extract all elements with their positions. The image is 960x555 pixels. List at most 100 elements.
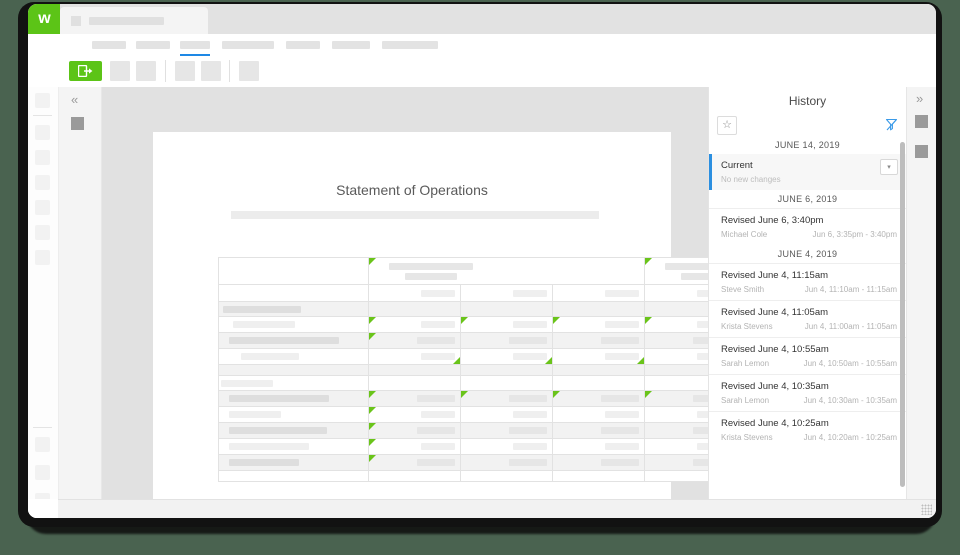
workiva-logo[interactable]: w [28,4,60,34]
table-value-cell[interactable] [368,316,461,333]
table-label-cell[interactable] [218,454,369,471]
table-value-cell[interactable] [368,364,461,376]
table-label-cell[interactable] [218,364,369,376]
table-value-cell[interactable] [552,348,645,365]
toolbar-button-1[interactable] [110,61,130,81]
toolbar-button-3[interactable] [175,61,195,81]
history-scrollbar[interactable] [900,142,905,487]
table-label-cell[interactable] [218,257,369,285]
table-value-cell[interactable] [552,375,645,391]
nav-item-1[interactable] [92,41,126,49]
rail-icon-4[interactable] [35,175,50,190]
rail-icon-1[interactable] [35,93,50,108]
resize-grip[interactable] [921,504,932,515]
history-item[interactable]: Revised June 4, 10:55am Sarah Lemon Jun 4,… [709,337,906,374]
rail-icon-3[interactable] [35,150,50,165]
table-row[interactable] [218,364,736,376]
rail-icon-5[interactable] [35,200,50,215]
nav-item-3[interactable] [180,41,210,49]
table-value-cell[interactable] [368,332,461,349]
table-label-cell[interactable] [218,284,369,302]
table-value-cell[interactable] [460,390,553,407]
nav-item-7[interactable] [382,41,438,49]
table-value-cell[interactable] [368,438,461,455]
filter-icon[interactable] [884,117,898,131]
table-value-cell[interactable] [368,375,461,391]
table-label-cell[interactable] [218,348,369,365]
table-value-cell[interactable] [460,422,553,439]
history-item-current[interactable]: Current No new changes ▾ [709,154,906,190]
table-row[interactable] [218,470,736,482]
table-label-cell[interactable] [218,316,369,333]
rail-icon-9[interactable] [35,465,50,480]
right-rail-icon-2[interactable] [915,145,928,158]
document-canvas[interactable]: Statement of Operations [102,87,736,499]
table-row[interactable] [218,301,736,317]
nav-item-5[interactable] [286,41,320,49]
nav-item-4[interactable] [222,41,274,49]
table-value-cell[interactable] [552,454,645,471]
right-rail-icon-1[interactable] [915,115,928,128]
table-row[interactable] [218,454,736,471]
table-value-cell[interactable] [460,375,553,391]
collapse-left-icon[interactable]: « [71,93,78,106]
table-value-cell[interactable] [368,422,461,439]
table-value-cell[interactable] [368,406,461,423]
table-row[interactable] [218,406,736,423]
table-value-cell[interactable] [460,348,553,365]
panel-tool-icon[interactable] [71,117,84,130]
table-row[interactable] [218,316,736,333]
table-value-cell[interactable] [460,332,553,349]
toolbar-button-2[interactable] [136,61,156,81]
table-label-cell[interactable] [218,406,369,423]
table-value-cell[interactable] [552,364,645,376]
expand-right-icon[interactable]: » [916,92,923,105]
table-value-cell[interactable] [368,301,461,317]
table-row[interactable] [218,348,736,365]
table-row[interactable] [218,390,736,407]
table-label-cell[interactable] [218,422,369,439]
table-value-cell[interactable] [460,438,553,455]
table-row[interactable] [218,284,736,302]
table-row[interactable] [218,257,736,285]
table-label-cell[interactable] [218,375,369,391]
table-row[interactable] [218,375,736,391]
table-value-cell[interactable] [552,406,645,423]
table-label-cell[interactable] [218,332,369,349]
history-item[interactable]: Revised June 4, 11:15am Steve Smith Jun 4,… [709,263,906,300]
rail-icon-8[interactable] [35,437,50,452]
table-row[interactable] [218,422,736,439]
toolbar-button-5[interactable] [239,61,259,81]
rail-icon-2[interactable] [35,125,50,140]
publish-button[interactable] [69,61,102,81]
history-item[interactable]: Revised June 4, 11:05am Krista Stevens Jun… [709,300,906,337]
history-item[interactable]: Revised June 4, 10:35am Sarah Lemon Jun 4,… [709,374,906,411]
table-value-cell[interactable] [552,422,645,439]
rail-icon-7[interactable] [35,250,50,265]
table-value-cell[interactable] [552,438,645,455]
table-label-cell[interactable] [218,438,369,455]
toolbar-button-4[interactable] [201,61,221,81]
table-value-cell[interactable] [552,470,645,482]
nav-item-2[interactable] [136,41,170,49]
table-value-cell[interactable] [368,284,461,302]
browser-tab[interactable] [60,7,208,34]
table-row[interactable] [218,438,736,455]
table-value-cell[interactable] [368,390,461,407]
table-value-cell[interactable] [552,332,645,349]
history-item[interactable]: Revised June 4, 10:25am Krista Stevens Jun… [709,411,906,448]
table-value-cell[interactable] [460,470,553,482]
rail-icon-6[interactable] [35,225,50,240]
table-value-cell[interactable] [460,301,553,317]
table-row[interactable] [218,332,736,349]
table-value-cell[interactable] [552,390,645,407]
table-value-cell[interactable] [460,284,553,302]
table-value-cell[interactable] [368,454,461,471]
table-header-group-cell[interactable] [368,257,645,285]
table-label-cell[interactable] [218,301,369,317]
table-value-cell[interactable] [460,406,553,423]
table-value-cell[interactable] [368,348,461,365]
table-value-cell[interactable] [460,454,553,471]
table-label-cell[interactable] [218,390,369,407]
history-item-dropdown[interactable]: ▾ [880,159,898,175]
